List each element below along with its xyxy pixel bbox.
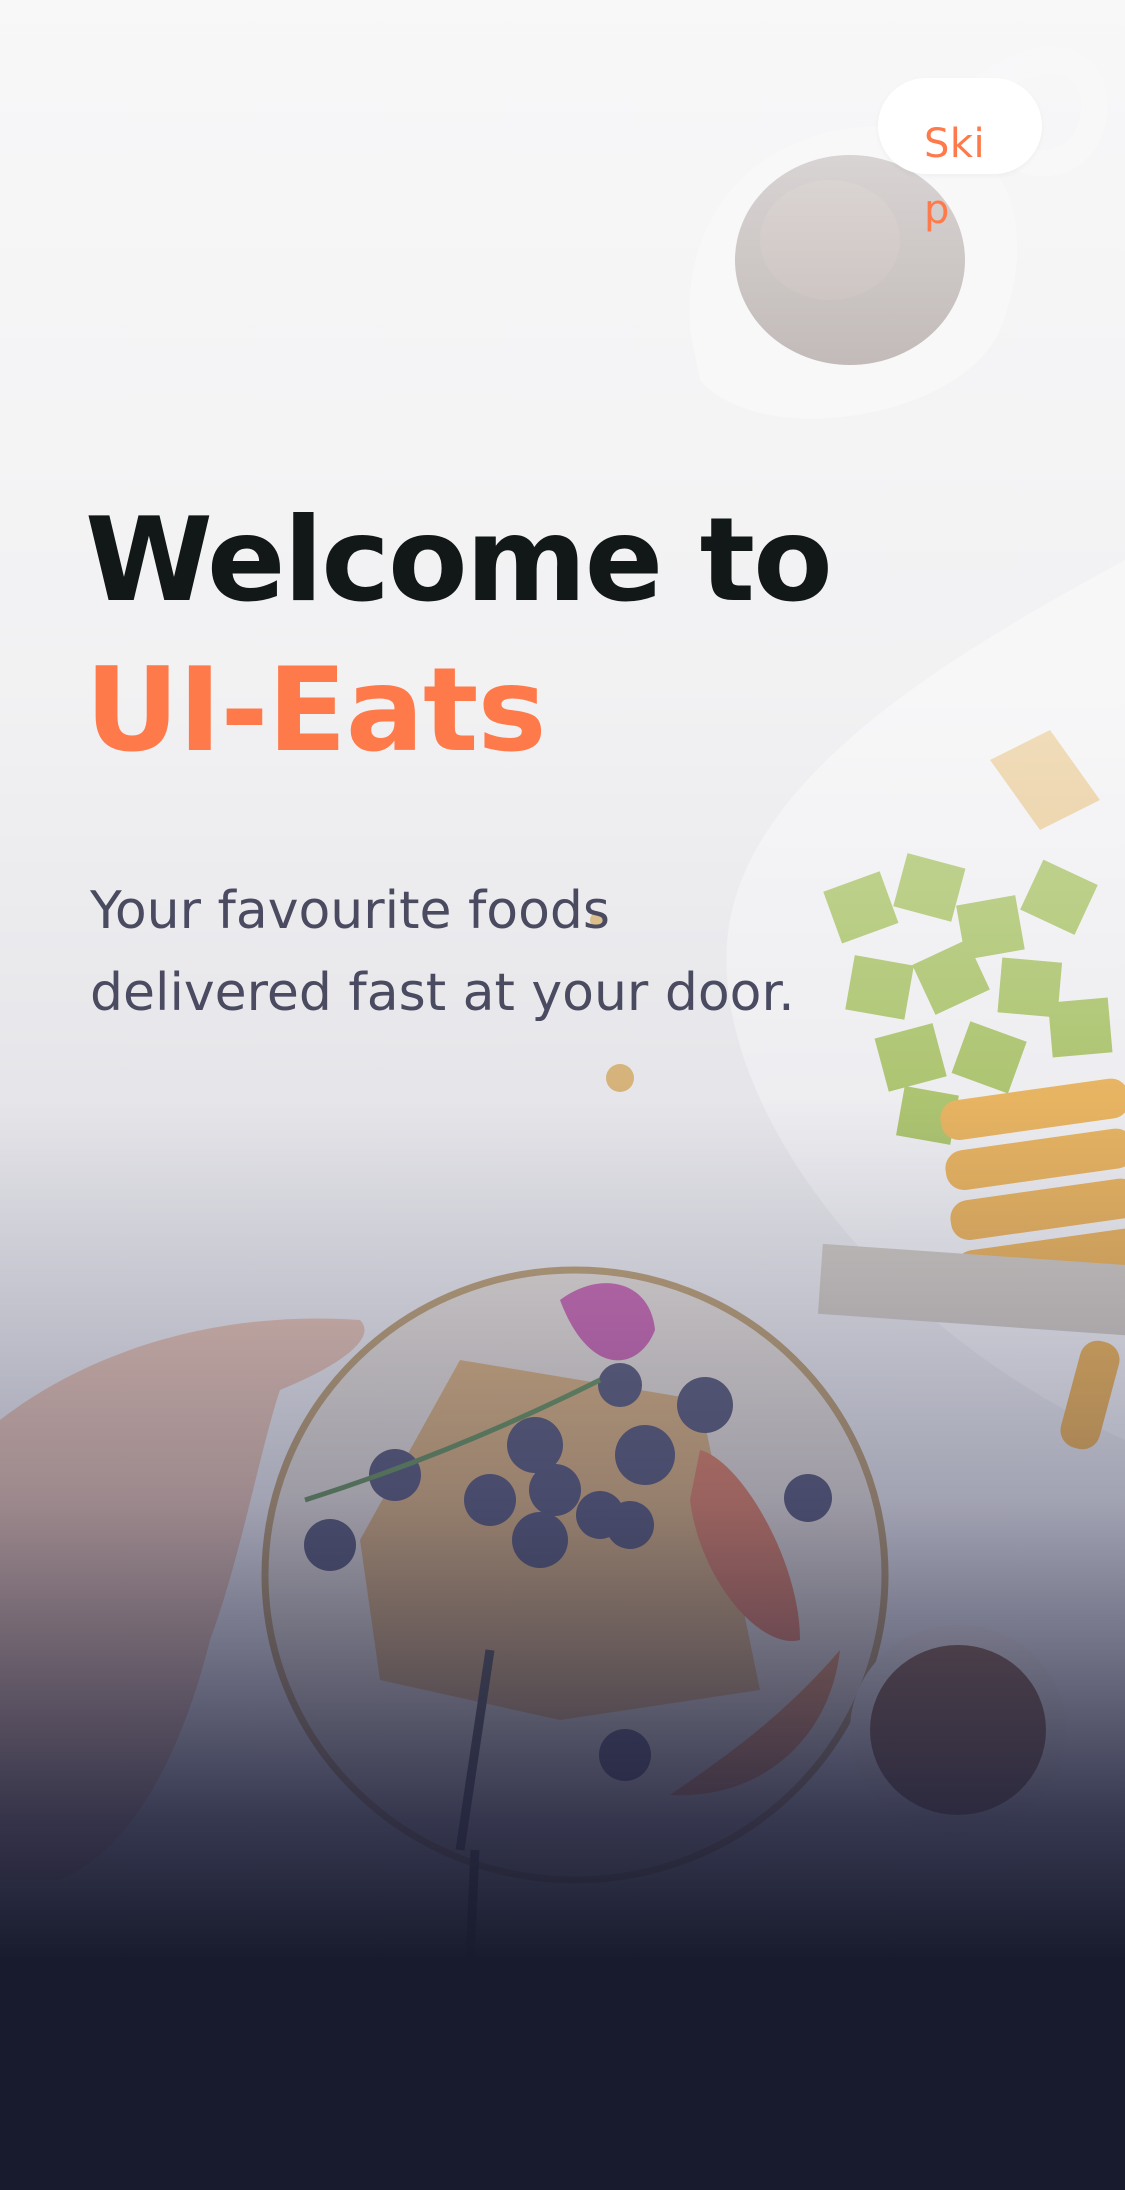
skip-button[interactable]: Skip [878, 78, 1042, 233]
headline-brand-name: UI-Eats [85, 643, 547, 778]
tagline-line-1: Your favourite foods [90, 881, 611, 941]
tagline: Your favourite foods delivered fast at y… [90, 870, 850, 1034]
gradient-overlay [0, 0, 1125, 2190]
headline-welcome-text: Welcome to [85, 493, 833, 628]
welcome-headline: Welcome to UI-Eats [85, 486, 833, 786]
tagline-line-2: delivered fast at your door. [90, 963, 795, 1023]
skip-button-label: Skip [924, 121, 986, 233]
